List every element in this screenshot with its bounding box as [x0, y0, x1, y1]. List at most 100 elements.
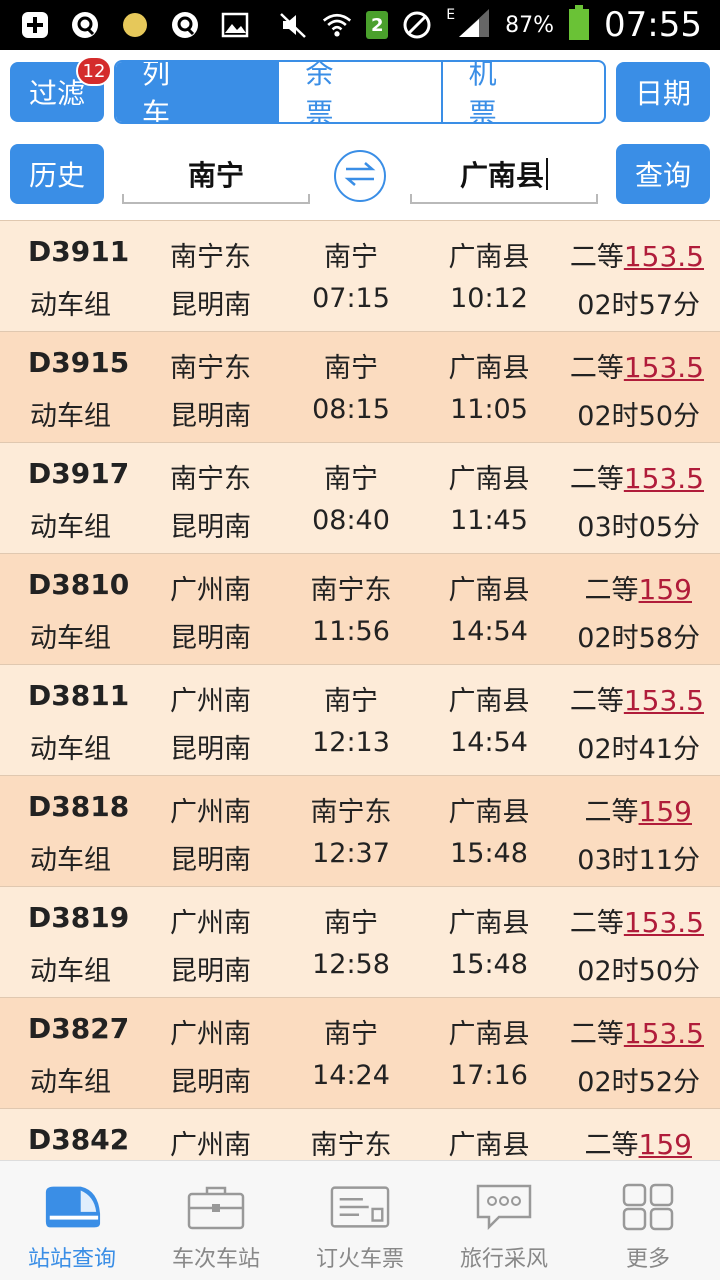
train-row[interactable]: D3818 动车组 广州南 昆明南 南宁东 12:37 广南县 15:48 二等…	[0, 776, 720, 887]
terminal-station: 昆明南	[170, 956, 251, 987]
depart-time: 08:15	[312, 394, 390, 425]
train-number: D3827	[28, 1012, 130, 1045]
duration: 03时05分	[577, 512, 700, 543]
query-button[interactable]: 查询	[616, 144, 710, 204]
train-icon	[42, 1181, 102, 1233]
grid-icon	[618, 1181, 678, 1233]
seat-price: 二等159	[585, 790, 692, 829]
battery-icon	[568, 5, 590, 45]
nav-station-to-station[interactable]: 站站查询	[0, 1161, 144, 1280]
terminal-station: 昆明南	[170, 845, 251, 876]
to-station-field[interactable]: 广南县	[410, 146, 598, 204]
origin-station: 广州南	[170, 797, 251, 828]
price-link[interactable]: 153.5	[624, 1017, 704, 1050]
train-row[interactable]: D3842 广州南 南宁东 广南县 二等159	[0, 1109, 720, 1160]
dot-icon	[120, 10, 150, 40]
arrive-time: 14:54	[450, 616, 528, 647]
train-row[interactable]: D3819 动车组 广州南 昆明南 南宁 12:58 广南县 15:48 二等1…	[0, 887, 720, 998]
train-row[interactable]: D3810 动车组 广州南 昆明南 南宁东 11:56 广南县 14:54 二等…	[0, 554, 720, 665]
price-link[interactable]: 153.5	[624, 906, 704, 939]
seat-price: 二等159	[585, 1123, 692, 1160]
history-button[interactable]: 历史	[10, 144, 104, 204]
nav-train-station[interactable]: 车次车站	[144, 1161, 288, 1280]
seat-price: 二等153.5	[570, 679, 704, 718]
app-q-icon-2	[170, 10, 200, 40]
depart-time: 14:24	[312, 1060, 390, 1091]
seat-class: 二等	[569, 464, 624, 495]
train-number: D3810	[28, 568, 130, 601]
depart-station: 南宁东	[310, 1130, 392, 1160]
blocked-icon	[402, 10, 432, 40]
arrive-station: 广南县	[448, 908, 530, 939]
wifi-icon	[322, 10, 352, 40]
price-link[interactable]: 153.5	[624, 351, 704, 384]
duration: 02时58分	[577, 623, 700, 654]
clock: 07:55	[604, 5, 702, 45]
add-icon	[20, 10, 50, 40]
nav-travel[interactable]: 旅行采风	[432, 1161, 576, 1280]
depart-station: 南宁	[324, 908, 378, 939]
depart-station: 南宁	[324, 1019, 378, 1050]
seat-price: 二等153.5	[570, 1012, 704, 1051]
origin-station: 南宁东	[170, 353, 251, 384]
arrive-station: 广南县	[448, 686, 530, 717]
depart-station: 南宁东	[310, 797, 392, 828]
train-row[interactable]: D3811 动车组 广州南 昆明南 南宁 12:13 广南县 14:54 二等1…	[0, 665, 720, 776]
tab-remaining-tickets[interactable]: 余 票	[277, 62, 440, 122]
origin-station: 南宁东	[170, 242, 251, 273]
train-list[interactable]: D3911 动车组 南宁东 昆明南 南宁 07:15 广南县 10:12 二等1…	[0, 220, 720, 1160]
arrive-station: 广南县	[448, 1019, 530, 1050]
price-link[interactable]: 159	[639, 573, 692, 606]
train-row[interactable]: D3827 动车组 广州南 昆明南 南宁 14:24 广南县 17:16 二等1…	[0, 998, 720, 1109]
train-number: D3811	[28, 679, 130, 712]
duration: 02时41分	[577, 734, 700, 765]
seat-price: 二等153.5	[570, 235, 704, 274]
arrive-station: 广南县	[448, 464, 530, 495]
price-link[interactable]: 159	[639, 795, 692, 828]
train-type: 动车组	[30, 734, 111, 765]
tab-flights[interactable]: 机 票	[440, 62, 604, 122]
status-bar: 2 E 87% 07:55	[0, 0, 720, 50]
train-row[interactable]: D3917 动车组 南宁东 昆明南 南宁 08:40 广南县 11:45 二等1…	[0, 443, 720, 554]
signal-icon	[457, 7, 491, 43]
depart-time: 12:13	[312, 727, 390, 758]
bottom-nav: 站站查询 车次车站 订火车票 旅行采风 更多	[0, 1160, 720, 1280]
arrive-time: 15:48	[450, 949, 528, 980]
seat-price: 二等153.5	[570, 457, 704, 496]
train-row[interactable]: D3911 动车组 南宁东 昆明南 南宁 07:15 广南县 10:12 二等1…	[0, 221, 720, 332]
tab-trains[interactable]: 列 车	[116, 62, 278, 122]
price-link[interactable]: 159	[639, 1128, 692, 1160]
duration: 02时57分	[577, 290, 700, 321]
date-button[interactable]: 日期	[616, 62, 710, 122]
terminal-station: 昆明南	[170, 512, 251, 543]
arrive-time: 17:16	[450, 1060, 528, 1091]
seat-price: 二等159	[585, 568, 692, 607]
seat-class: 二等	[584, 1130, 639, 1160]
duration: 02时50分	[577, 401, 700, 432]
swap-stations-button[interactable]	[334, 150, 386, 202]
filter-label: 过滤	[28, 77, 85, 110]
origin-station: 广州南	[170, 908, 251, 939]
depart-time: 12:58	[312, 949, 390, 980]
nav-more[interactable]: 更多	[576, 1161, 720, 1280]
origin-station: 广州南	[170, 575, 251, 606]
origin-station: 广州南	[170, 1019, 251, 1050]
price-link[interactable]: 153.5	[624, 240, 704, 273]
mode-segmented-control: 列 车 余 票 机 票	[114, 60, 606, 124]
depart-station: 南宁东	[310, 575, 392, 606]
nav-label: 订火车票	[315, 1247, 404, 1272]
nav-label: 更多	[625, 1247, 670, 1272]
price-link[interactable]: 153.5	[624, 684, 704, 717]
price-link[interactable]: 153.5	[624, 462, 704, 495]
battery-percent: 87%	[505, 12, 555, 38]
train-number: D3911	[28, 235, 130, 268]
nav-book-tickets[interactable]: 订火车票	[288, 1161, 432, 1280]
train-type: 动车组	[30, 401, 111, 432]
seat-class: 二等	[584, 575, 639, 606]
from-station-field[interactable]: 南宁	[122, 146, 310, 204]
origin-station: 南宁东	[170, 464, 251, 495]
briefcase-icon	[186, 1181, 246, 1233]
seat-class: 二等	[569, 1019, 624, 1050]
train-type: 动车组	[30, 623, 111, 654]
train-row[interactable]: D3915 动车组 南宁东 昆明南 南宁 08:15 广南县 11:05 二等1…	[0, 332, 720, 443]
